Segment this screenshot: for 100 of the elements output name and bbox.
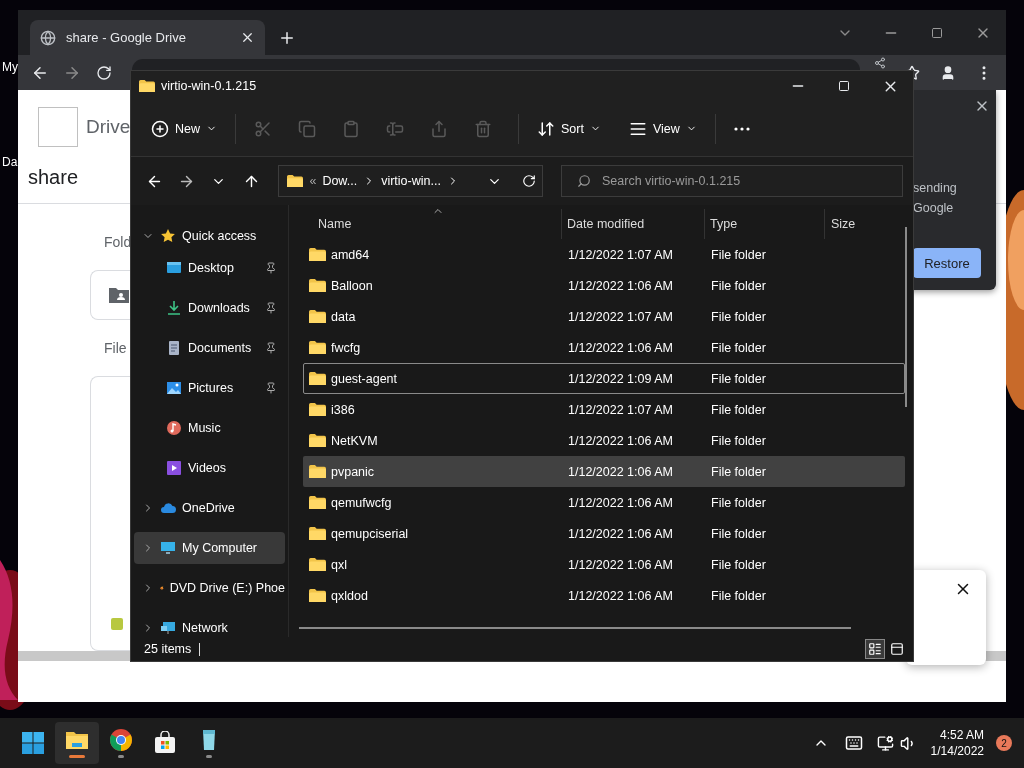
- folder-icon: [309, 464, 326, 479]
- details-view-button[interactable]: [865, 639, 885, 659]
- column-header[interactable]: Date modified: [562, 209, 705, 239]
- clock-time[interactable]: 4:52 AM: [939, 727, 984, 743]
- new-button[interactable]: New: [143, 111, 225, 146]
- date-cell-text: 1/12/2022 1:06 AM: [567, 495, 674, 510]
- nav-item[interactable]: Music: [134, 412, 285, 444]
- nav-item[interactable]: Downloads: [134, 292, 285, 324]
- type-cell-text: File folder: [710, 402, 767, 417]
- type-cell-text: File folder: [710, 433, 767, 448]
- date-cell-text: 1/12/2022 1:06 AM: [567, 464, 674, 479]
- running-indicator: [69, 755, 85, 758]
- date-cell-text: 1/12/2022 1:07 AM: [567, 309, 674, 324]
- file-name: amd64: [331, 247, 370, 262]
- refresh-icon[interactable]: [522, 174, 536, 188]
- file-name: i386: [331, 402, 355, 417]
- scrollbar[interactable]: [299, 627, 851, 629]
- file-name: qxl: [331, 557, 347, 572]
- nav-item[interactable]: Videos: [134, 452, 285, 484]
- type-cell-text: File folder: [710, 309, 767, 324]
- type-cell-text: File folder: [710, 371, 767, 386]
- add-icon: [151, 119, 169, 138]
- desktop-icon-label: Da: [2, 155, 18, 169]
- file-row[interactable]: qxl 1/12/2022 1:06 AM File folder: [303, 549, 905, 580]
- file-row[interactable]: NetKVM 1/12/2022 1:06 AM File folder: [303, 425, 905, 456]
- paste-icon: [342, 119, 360, 138]
- tiles-icon: [890, 642, 904, 656]
- type-cell-text: File folder: [710, 464, 767, 479]
- file-row[interactable]: qemufwcfg 1/12/2022 1:06 AM File folder: [303, 487, 905, 518]
- file-row[interactable]: amd64 1/12/2022 1:07 AM File folder: [303, 239, 905, 270]
- keyboard-icon[interactable]: [844, 734, 863, 752]
- nav-item[interactable]: Documents: [134, 332, 285, 364]
- type-cell-text: File folder: [710, 588, 767, 603]
- nav-item[interactable]: OneDrive: [134, 492, 285, 524]
- broken-image-icon: [38, 106, 78, 147]
- file-name: data: [331, 309, 356, 324]
- type-cell-text: File folder: [710, 247, 767, 262]
- column-header[interactable]: Name: [303, 209, 562, 239]
- browser-tab[interactable]: share - Google Drive: [30, 20, 265, 55]
- maximize-icon[interactable]: [931, 26, 943, 39]
- date-cell-text: 1/12/2022 1:06 AM: [567, 526, 674, 541]
- reload-icon[interactable]: [96, 64, 112, 81]
- file-row[interactable]: i386 1/12/2022 1:07 AM File folder: [303, 394, 905, 425]
- view-button[interactable]: View: [620, 111, 705, 146]
- file-row[interactable]: fwcfg 1/12/2022 1:06 AM File folder: [303, 332, 905, 363]
- file-row[interactable]: pvpanic 1/12/2022 1:06 AM File folder: [303, 456, 905, 487]
- clock-date[interactable]: 1/14/2022: [930, 743, 984, 759]
- download-icon: [166, 300, 182, 316]
- search-field[interactable]: Search virtio-win-0.1.215: [561, 165, 903, 197]
- section-label: Fold: [103, 234, 132, 250]
- file-row[interactable]: qxldod 1/12/2022 1:06 AM File folder: [303, 580, 905, 611]
- file-name: qxldod: [331, 588, 368, 603]
- share-icon: [430, 119, 448, 138]
- file-row[interactable]: guest-agent 1/12/2022 1:09 AM File folder: [303, 363, 905, 394]
- folder-icon: [287, 174, 304, 188]
- folder-icon: [309, 371, 326, 386]
- nav-item[interactable]: Quick access: [134, 220, 285, 252]
- profile-icon[interactable]: [940, 64, 956, 81]
- address-bar[interactable]: « Dow... virtio-win...: [278, 165, 543, 197]
- close-icon[interactable]: [240, 30, 255, 45]
- type-cell-text: File folder: [710, 495, 767, 510]
- cut-icon: [254, 119, 272, 138]
- restore-button[interactable]: Restore: [913, 248, 981, 278]
- nav-item[interactable]: DVD Drive (E:) Phoe: [134, 572, 285, 604]
- windows-logo-icon: [21, 731, 45, 755]
- column-header[interactable]: Type: [705, 209, 825, 239]
- star-icon: [160, 228, 176, 244]
- date-cell-text: 1/12/2022 1:06 AM: [567, 557, 674, 572]
- notification-badge[interactable]: 2: [996, 735, 1012, 751]
- nav-item[interactable]: Network: [134, 612, 285, 637]
- window-title: virtio-win-0.1.215: [161, 79, 257, 93]
- taskbar-app[interactable]: [55, 722, 99, 764]
- scrollbar[interactable]: [905, 227, 907, 407]
- share-icon[interactable]: [874, 57, 886, 69]
- section-label: File: [103, 340, 127, 356]
- file-row[interactable]: qemupciserial 1/12/2022 1:06 AM File folder: [303, 518, 905, 549]
- breadcrumb-item[interactable]: virtio-win...: [381, 174, 441, 188]
- sort-button[interactable]: Sort: [529, 111, 609, 146]
- column-header[interactable]: Size: [825, 209, 897, 239]
- file-name: NetKVM: [331, 433, 378, 448]
- file-name: qemupciserial: [331, 526, 409, 541]
- date-cell-text: 1/12/2022 1:07 AM: [567, 402, 674, 417]
- folder-icon: [309, 495, 326, 510]
- breadcrumb-item[interactable]: Dow...: [322, 174, 358, 188]
- running-indicator: [206, 755, 212, 758]
- nav-item[interactable]: Pictures: [134, 372, 285, 404]
- breadcrumb-overflow[interactable]: «: [309, 174, 317, 188]
- copy-icon: [298, 119, 316, 138]
- date-cell-text: 1/12/2022 1:06 AM: [567, 278, 674, 293]
- file-row[interactable]: Balloon 1/12/2022 1:06 AM File folder: [303, 270, 905, 301]
- type-cell-text: File folder: [710, 340, 767, 355]
- sort-icon: [537, 119, 555, 138]
- file-name: pvpanic: [331, 464, 375, 479]
- nav-item[interactable]: My Computer: [134, 532, 285, 564]
- date-cell-text: 1/12/2022 1:06 AM: [567, 588, 674, 603]
- network-icon[interactable]: [876, 734, 894, 752]
- nav-item[interactable]: Desktop: [134, 252, 285, 284]
- file-row[interactable]: data 1/12/2022 1:07 AM File folder: [303, 301, 905, 332]
- file-icon: [111, 618, 123, 630]
- date-cell-text: 1/12/2022 1:07 AM: [567, 247, 674, 262]
